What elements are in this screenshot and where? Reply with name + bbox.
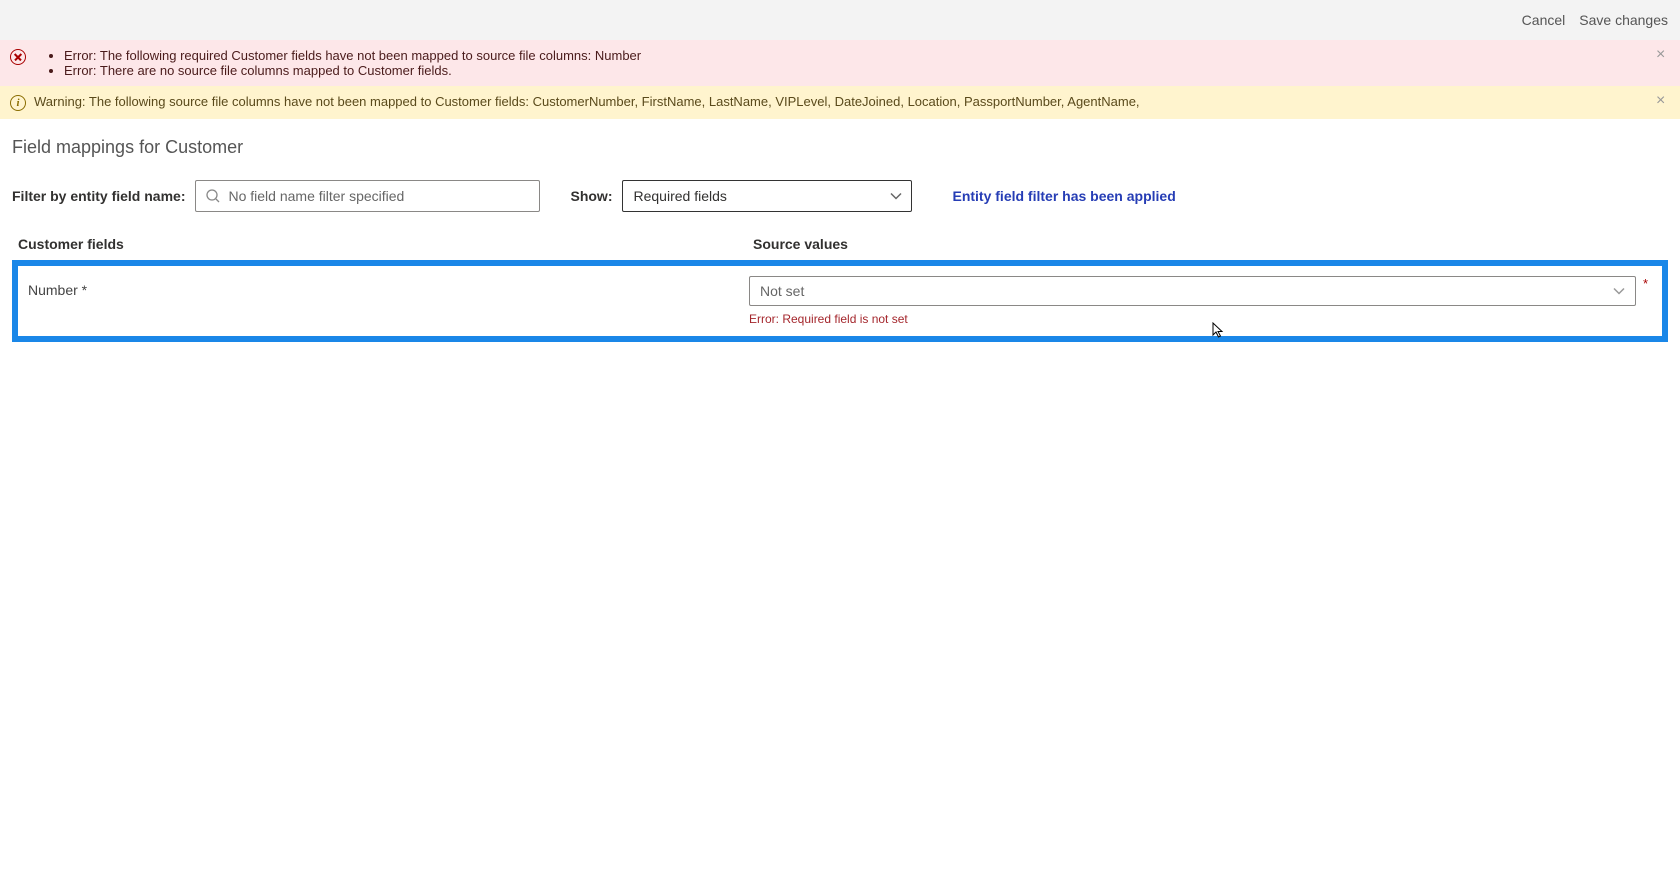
source-value-text: Not set	[760, 283, 804, 299]
filter-input[interactable]	[195, 180, 540, 212]
warning-alert: Warning: The following source file colum…	[0, 86, 1680, 119]
field-row-highlighted: Number * Not set * Error: Required field…	[12, 260, 1668, 342]
info-icon	[10, 95, 26, 111]
filter-applied-message: Entity field filter has been applied	[952, 188, 1175, 204]
warning-alert-content: Warning: The following source file colum…	[34, 94, 1668, 109]
error-icon	[10, 49, 26, 65]
page-title: Field mappings for Customer	[12, 137, 1668, 158]
field-row: Number * Not set * Error: Required field…	[28, 276, 1652, 326]
required-asterisk: *	[1643, 276, 1648, 291]
table-header: Customer fields Source values	[12, 236, 1668, 260]
close-icon[interactable]: ×	[1656, 94, 1670, 108]
search-input-wrap	[195, 180, 540, 212]
field-name-label: Number *	[28, 276, 749, 298]
show-select-wrap: Required fields	[622, 180, 912, 212]
show-label: Show:	[570, 188, 612, 204]
error-alert: Error: The following required Customer f…	[0, 40, 1680, 86]
error-item: Error: The following required Customer f…	[64, 48, 1668, 63]
search-icon	[205, 188, 221, 204]
column-header-fields: Customer fields	[18, 236, 753, 252]
show-select[interactable]: Required fields	[622, 180, 912, 212]
field-error-text: Error: Required field is not set	[749, 312, 1652, 326]
chevron-down-icon	[890, 192, 902, 200]
source-value-select[interactable]: Not set	[749, 276, 1636, 306]
show-select-value: Required fields	[633, 188, 726, 204]
close-icon[interactable]: ×	[1656, 48, 1670, 62]
cancel-button[interactable]: Cancel	[1522, 12, 1566, 28]
top-action-bar: Cancel Save changes	[0, 0, 1680, 40]
error-item: Error: There are no source file columns …	[64, 63, 1668, 78]
column-header-source: Source values	[753, 236, 1662, 252]
error-alert-content: Error: The following required Customer f…	[34, 48, 1668, 78]
chevron-down-icon	[1613, 287, 1625, 295]
field-value-cell: Not set * Error: Required field is not s…	[749, 276, 1652, 326]
save-changes-button[interactable]: Save changes	[1579, 12, 1668, 28]
filter-row: Filter by entity field name: Show: Requi…	[12, 180, 1668, 212]
filter-label: Filter by entity field name:	[12, 188, 185, 204]
